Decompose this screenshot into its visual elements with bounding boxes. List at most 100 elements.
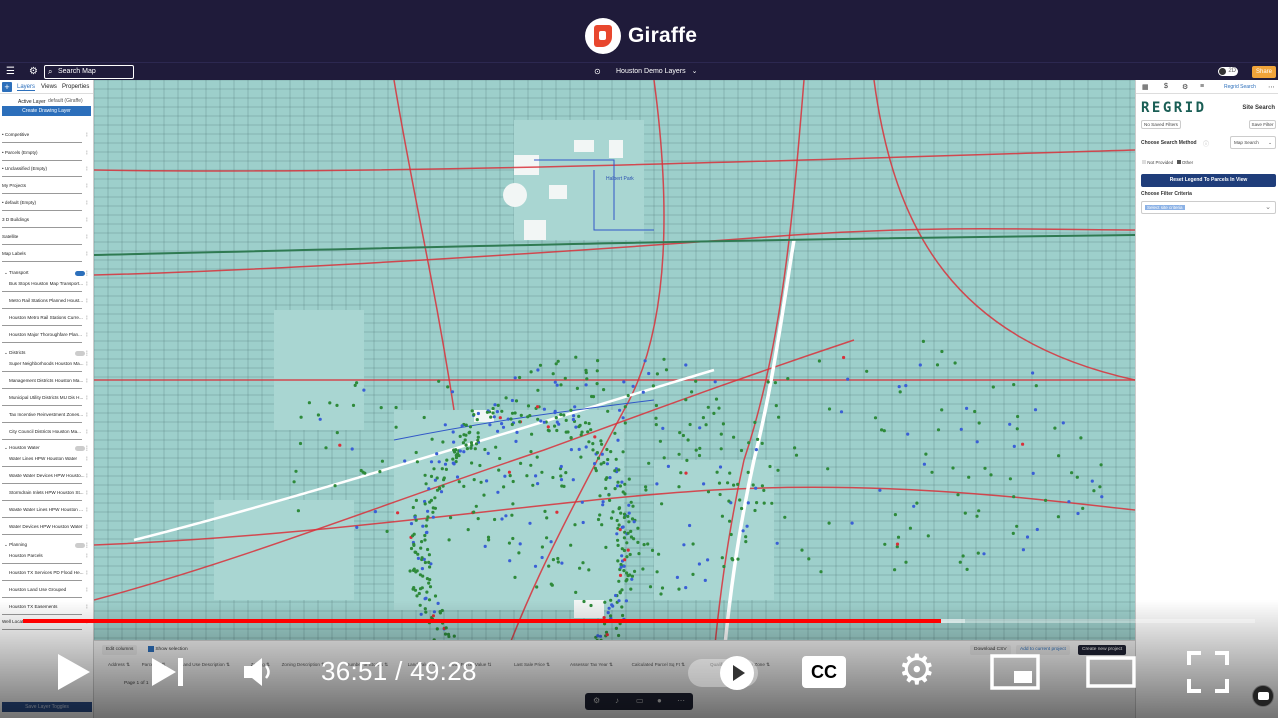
more-options-icon[interactable]: ⋮ bbox=[84, 361, 90, 366]
more-options-icon[interactable]: ⋮ bbox=[84, 490, 90, 495]
layer-row[interactable]: Water Devices HPW Houston Water ⋮ bbox=[2, 524, 90, 529]
layer-group-toggle[interactable] bbox=[75, 351, 85, 356]
layer-row[interactable]: Houston TX Easements ⋮ bbox=[2, 604, 90, 609]
more-options-icon[interactable]: ⋮ bbox=[84, 524, 90, 529]
table-column-header[interactable]: Land Use Description ⇅ bbox=[181, 662, 230, 668]
table-column-header[interactable]: Zoning Description ⇅ bbox=[282, 662, 325, 668]
layer-opacity-slider[interactable] bbox=[2, 244, 82, 245]
table-column-header[interactable]: Assessor Tax Year ⇅ bbox=[570, 662, 613, 668]
more-options-icon[interactable]: ⋮ bbox=[84, 456, 90, 461]
layer-row[interactable]: City Council Districts Houston Ma... ⋮ bbox=[2, 429, 90, 434]
layer-opacity-slider[interactable] bbox=[2, 563, 82, 564]
more-options-icon[interactable]: ⋮ bbox=[84, 183, 90, 188]
layer-opacity-slider[interactable] bbox=[2, 227, 82, 228]
layer-row[interactable]: Metro Rail Stations Planned Houst... ⋮ bbox=[2, 298, 90, 303]
chat-icon[interactable] bbox=[1252, 685, 1274, 707]
view-mode-toggle[interactable]: 2D bbox=[1218, 67, 1238, 76]
table-column-header[interactable]: Calculated Parcel Sq Ft ⇅ bbox=[632, 662, 685, 668]
layer-opacity-slider[interactable] bbox=[2, 466, 82, 467]
layer-opacity-slider[interactable] bbox=[2, 405, 82, 406]
layer-opacity-slider[interactable] bbox=[2, 597, 82, 598]
layer-opacity-slider[interactable] bbox=[2, 580, 82, 581]
sliders-icon[interactable]: ≡ bbox=[1200, 83, 1204, 90]
layer-opacity-slider[interactable] bbox=[2, 388, 82, 389]
layer-group-toggle[interactable] bbox=[75, 543, 85, 548]
search-method-select[interactable]: Map Search ⌄ bbox=[1230, 136, 1276, 149]
reset-legend-button[interactable]: Reset Legend To Parcels In View bbox=[1141, 174, 1276, 187]
layer-row[interactable]: • Unclassified (Empty) ⋮ bbox=[2, 166, 90, 171]
more-options-icon[interactable]: ⋮ bbox=[84, 281, 90, 286]
more-options-icon[interactable]: ⋮ bbox=[84, 315, 90, 320]
more-options-icon[interactable]: ⋮ bbox=[84, 507, 90, 512]
layer-opacity-slider[interactable] bbox=[2, 193, 82, 194]
more-options-icon[interactable]: ⋮ bbox=[84, 298, 90, 303]
more-options-icon[interactable]: ⋮ bbox=[84, 570, 90, 575]
layer-row[interactable]: Waste Water Lines HPW Houston ... ⋮ bbox=[2, 507, 90, 512]
more-options-icon[interactable]: ⋮ bbox=[84, 412, 90, 417]
car-icon[interactable]: ▭ bbox=[636, 696, 644, 705]
more-options-icon[interactable]: ⋮ bbox=[84, 150, 90, 155]
menu-icon[interactable]: ☰ bbox=[6, 66, 15, 78]
layer-opacity-slider[interactable] bbox=[2, 210, 82, 211]
settings-sliders-icon[interactable]: ⚙ bbox=[29, 66, 38, 78]
layer-row[interactable]: Super Neighborhoods Houston Ma... ⋮ bbox=[2, 361, 90, 366]
location-pin-icon[interactable]: ● bbox=[657, 696, 662, 705]
layer-opacity-slider[interactable] bbox=[2, 439, 82, 440]
bell-icon[interactable]: ♪ bbox=[615, 696, 619, 705]
layer-row[interactable]: Stormdrain Inlets HPW Houston St... ⋮ bbox=[2, 490, 90, 495]
layer-row[interactable]: • Competitive ⋮ bbox=[2, 132, 90, 137]
video-progress-bar[interactable] bbox=[23, 619, 1255, 623]
layer-opacity-slider[interactable] bbox=[2, 500, 82, 501]
layer-opacity-slider[interactable] bbox=[2, 342, 82, 343]
tab-layers[interactable]: Layers bbox=[17, 84, 36, 91]
more-options-icon[interactable]: ⋮ bbox=[84, 217, 90, 222]
layer-row[interactable]: Map Labels ⋮ bbox=[2, 251, 90, 256]
layer-opacity-slider[interactable] bbox=[2, 308, 82, 309]
save-filter-button[interactable]: Save Filter bbox=[1249, 120, 1276, 129]
layer-row[interactable]: Bus Stops Houston Map Transport... ⋮ bbox=[2, 281, 90, 286]
video-frame[interactable]: Giraffe ☰ ⚙ ⌕ Search Map ⊙ Houston Demo … bbox=[0, 0, 1278, 718]
closed-captions-button[interactable]: CC bbox=[802, 656, 846, 688]
more-options-icon[interactable]: ⋮ bbox=[84, 378, 90, 383]
layer-row[interactable]: Management Districts Houston Ma... ⋮ bbox=[2, 378, 90, 383]
layer-opacity-slider[interactable] bbox=[2, 160, 82, 161]
more-options-icon[interactable]: ⋮ bbox=[84, 429, 90, 434]
more-options-icon[interactable]: ⋮ bbox=[84, 166, 90, 171]
autoplay-toggle[interactable] bbox=[688, 656, 758, 690]
share-button[interactable]: Share bbox=[1252, 66, 1276, 78]
table-column-header[interactable]: Address ⇅ bbox=[108, 662, 130, 668]
layer-row[interactable]: Tax Incentive Reinvestment Zones... ⋮ bbox=[2, 412, 90, 417]
layer-group-toggle[interactable] bbox=[75, 446, 85, 451]
layer-opacity-slider[interactable] bbox=[2, 291, 82, 292]
more-options-icon[interactable]: ⋮ bbox=[84, 200, 90, 205]
create-drawing-layer-button[interactable]: Create Drawing Layer bbox=[2, 106, 91, 116]
more-options-icon[interactable]: ⋮ bbox=[84, 251, 90, 256]
layer-opacity-slider[interactable] bbox=[2, 142, 82, 143]
target-icon[interactable]: ⊙ bbox=[594, 66, 601, 78]
more-options-icon[interactable]: ⋮ bbox=[84, 604, 90, 609]
no-saved-filters-select[interactable]: No Saved Filters bbox=[1141, 120, 1181, 129]
next-video-icon[interactable] bbox=[150, 656, 186, 688]
layer-row[interactable]: Houston Parcels ⋮ bbox=[2, 553, 90, 558]
layer-opacity-slider[interactable] bbox=[2, 176, 82, 177]
pagination[interactable]: Page 1 of 1 bbox=[124, 681, 149, 686]
fullscreen-icon[interactable] bbox=[1186, 650, 1230, 694]
layer-opacity-slider[interactable] bbox=[2, 483, 82, 484]
more-options-icon[interactable]: ⋮ bbox=[84, 395, 90, 400]
more-options-icon[interactable]: ⋮ bbox=[84, 332, 90, 337]
search-map-input[interactable]: ⌕ Search Map bbox=[44, 65, 134, 79]
more-options-icon[interactable]: ⋮ bbox=[84, 553, 90, 558]
layer-row[interactable]: Satellite ⋮ bbox=[2, 234, 90, 239]
table-column-header[interactable]: Last Sale Price ⇅ bbox=[514, 662, 550, 668]
building-icon[interactable]: ▦ bbox=[1142, 83, 1149, 91]
layer-row[interactable]: Houston Land Use Grouped ⋮ bbox=[2, 587, 90, 592]
layer-row[interactable]: • Parcels (Empty) ⋮ bbox=[2, 150, 90, 155]
layer-opacity-slider[interactable] bbox=[2, 517, 82, 518]
layer-opacity-slider[interactable] bbox=[2, 629, 82, 630]
theater-mode-icon[interactable] bbox=[1086, 654, 1138, 690]
settings-gear-icon[interactable]: ⚙ bbox=[898, 648, 936, 692]
layer-row[interactable]: Waste Water Devices HPW Housto... ⋮ bbox=[2, 473, 90, 478]
more-options-icon[interactable]: ⋯ bbox=[1268, 83, 1275, 91]
layer-opacity-slider[interactable] bbox=[2, 325, 82, 326]
volume-icon[interactable] bbox=[242, 656, 276, 688]
